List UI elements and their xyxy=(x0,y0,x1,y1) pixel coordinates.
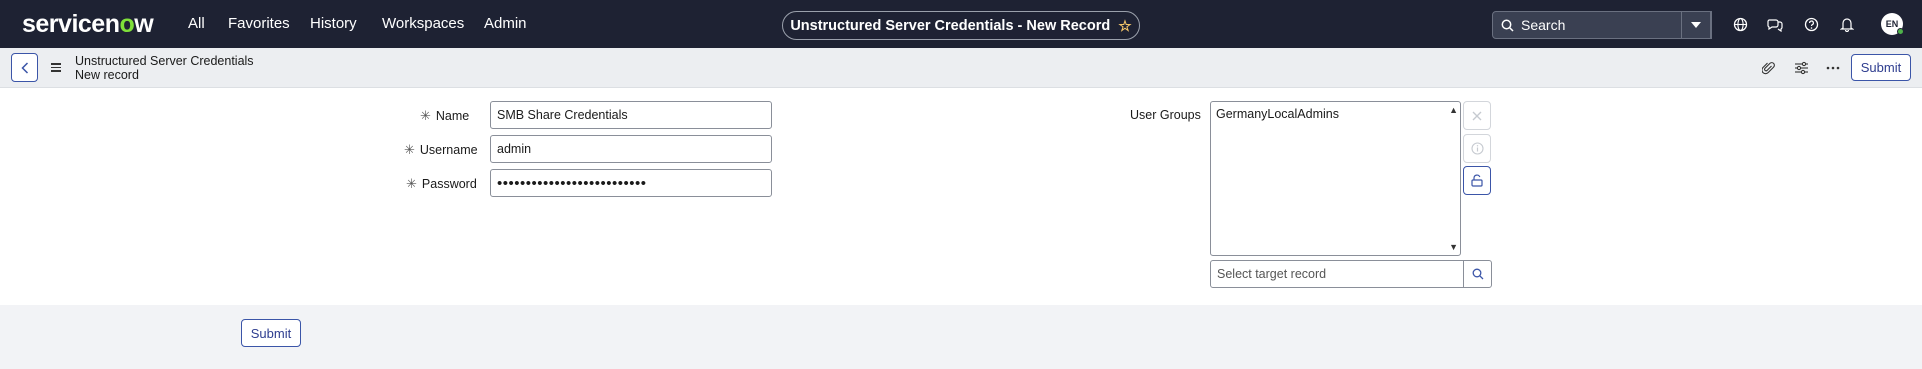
password-label: ✳ Password xyxy=(406,176,477,191)
group-info-button[interactable] xyxy=(1463,134,1491,163)
more-icon[interactable] xyxy=(1825,60,1841,76)
global-search-input[interactable]: Search xyxy=(1492,11,1712,39)
chevron-down-icon xyxy=(1691,22,1701,28)
record-state: New record xyxy=(75,68,139,82)
nav-all[interactable]: All xyxy=(188,15,205,32)
submit-button-header[interactable]: Submit xyxy=(1851,54,1911,81)
username-label: ✳ Username xyxy=(404,142,478,157)
record-title: Unstructured Server Credentials - New Re… xyxy=(790,17,1111,34)
top-navigation-bar: servicenow All Favorites History Workspa… xyxy=(0,0,1922,48)
presence-status-dot xyxy=(1897,28,1904,35)
star-icon[interactable]: ☆ xyxy=(1118,17,1131,35)
required-icon: ✳ xyxy=(404,142,415,157)
search-placeholder: Search xyxy=(1521,17,1566,33)
list-item[interactable]: GermanyLocalAdmins xyxy=(1216,107,1339,121)
user-groups-listbox[interactable]: GermanyLocalAdmins ▲ ▼ xyxy=(1210,101,1461,256)
table-name: Unstructured Server Credentials xyxy=(75,54,254,68)
context-menu-icon[interactable] xyxy=(51,63,61,74)
chat-icon[interactable] xyxy=(1767,16,1783,32)
unlock-icon xyxy=(1471,174,1483,187)
info-icon xyxy=(1470,142,1484,155)
settings-sliders-icon[interactable] xyxy=(1793,60,1809,76)
name-label: ✳ Name xyxy=(420,108,470,123)
name-input[interactable]: SMB Share Credentials xyxy=(490,101,772,129)
username-input[interactable]: admin xyxy=(490,135,772,163)
bell-icon[interactable] xyxy=(1839,16,1855,32)
password-input[interactable]: •••••••••••••••••••••••••• xyxy=(490,169,772,197)
nav-history[interactable]: History xyxy=(310,15,357,32)
scroll-up-arrow-icon[interactable]: ▲ xyxy=(1449,105,1458,115)
globe-icon[interactable] xyxy=(1732,16,1748,32)
required-icon: ✳ xyxy=(406,176,417,191)
record-title-pill[interactable]: Unstructured Server Credentials - New Re… xyxy=(782,11,1140,40)
search-icon xyxy=(1472,268,1483,280)
required-icon: ✳ xyxy=(420,108,431,123)
close-icon xyxy=(1472,111,1482,120)
nav-favorites[interactable]: Favorites xyxy=(228,15,290,32)
record-header-bar: Unstructured Server Credentials New reco… xyxy=(0,48,1922,88)
unlock-button[interactable] xyxy=(1463,166,1491,195)
record-header-title: Unstructured Server Credentials New reco… xyxy=(75,54,254,82)
form-body xyxy=(0,88,1922,305)
back-button[interactable] xyxy=(11,53,38,82)
attachment-icon[interactable] xyxy=(1760,60,1776,76)
servicenow-logo[interactable]: servicenow xyxy=(22,10,154,39)
submit-button-footer[interactable]: Submit xyxy=(241,319,301,347)
chevron-left-icon xyxy=(20,61,28,74)
help-icon[interactable] xyxy=(1803,16,1819,32)
user-groups-label: User Groups xyxy=(1130,108,1201,122)
remove-group-button[interactable] xyxy=(1463,101,1491,130)
nav-workspaces[interactable]: Workspaces xyxy=(382,15,464,32)
lookup-button[interactable] xyxy=(1463,260,1492,288)
nav-admin[interactable]: Admin xyxy=(484,15,527,32)
search-icon xyxy=(1501,19,1514,32)
search-scope-dropdown[interactable] xyxy=(1681,11,1711,39)
scroll-down-arrow-icon[interactable]: ▼ xyxy=(1449,242,1458,252)
select-target-record-input[interactable]: Select target record xyxy=(1210,260,1464,288)
